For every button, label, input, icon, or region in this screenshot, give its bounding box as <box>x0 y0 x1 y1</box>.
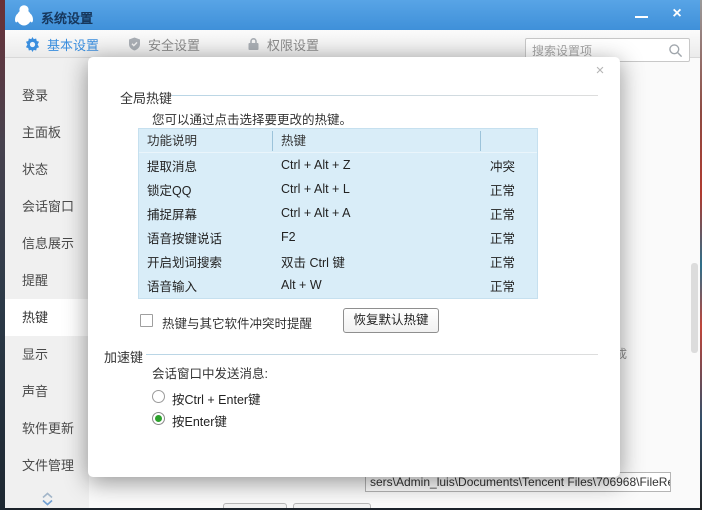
scroll-down-arrow[interactable] <box>5 499 89 506</box>
hotkey-hint-text: 您可以通过点击选择要更改的热键。 <box>152 109 352 128</box>
hotkey-table-header: 功能说明 热键 <box>139 129 537 153</box>
status-badge: 正常 <box>481 276 537 295</box>
tab-permission-settings[interactable]: 权限设置 <box>247 30 319 58</box>
restore-defaults-button[interactable]: 恢复默认热键 <box>343 308 439 333</box>
hotkey-row-extract-message[interactable]: 提取消息 Ctrl + Alt + Z 冲突 <box>139 153 537 177</box>
sidebar-item-login[interactable]: 登录 <box>5 77 89 114</box>
tab-label: 基本设置 <box>47 35 99 54</box>
shield-icon <box>128 37 141 51</box>
sidebar-scroll-arrows <box>5 492 89 506</box>
hotkey-table: 功能说明 热键 提取消息 Ctrl + Alt + Z 冲突 锁定QQ Ctrl… <box>138 128 538 299</box>
status-badge: 正常 <box>481 252 537 271</box>
header-function: 功能说明 <box>139 131 273 151</box>
send-message-prompt: 会话窗口中发送消息: <box>152 363 268 382</box>
sidebar-item-file-management[interactable]: 文件管理 <box>5 447 89 484</box>
sidebar: 登录 主面板 状态 会话窗口 信息展示 提醒 热键 显示 声音 软件更新 文件管… <box>5 58 89 508</box>
hotkey-row-lock-qq[interactable]: 锁定QQ Ctrl + Alt + L 正常 <box>139 177 537 201</box>
tab-label: 安全设置 <box>148 35 200 54</box>
status-badge: 冲突 <box>481 156 537 175</box>
radio-ctrl-enter[interactable] <box>152 390 165 403</box>
global-hotkeys-section-title: 全局热键 <box>120 88 172 107</box>
accelerator-section-title: 加速键 <box>104 347 143 366</box>
minimize-icon <box>635 16 648 18</box>
tab-basic-settings[interactable]: 基本设置 <box>25 30 99 58</box>
sidebar-item-hotkeys[interactable]: 热键 <box>5 299 89 336</box>
search-placeholder: 搜索设置项 <box>532 42 668 59</box>
hotkey-dialog: × 全局热键 您可以通过点击选择要更改的热键。 功能说明 热键 提取消息 Ctr… <box>88 57 620 477</box>
cutoff-button-1[interactable] <box>223 503 287 508</box>
conflict-reminder-label: 热键与其它软件冲突时提醒 <box>162 313 312 332</box>
sidebar-item-session-window[interactable]: 会话窗口 <box>5 188 89 225</box>
tab-security-settings[interactable]: 安全设置 <box>128 30 200 58</box>
close-button[interactable]: × <box>662 0 692 30</box>
settings-window: 系统设置 × 基本设置 安全设置 <box>5 0 700 508</box>
scroll-up-arrow[interactable] <box>5 492 89 499</box>
hotkey-row-word-search[interactable]: 开启划词搜索 双击 Ctrl 键 正常 <box>139 249 537 273</box>
status-badge: 正常 <box>481 228 537 247</box>
qq-penguin-icon <box>14 4 34 26</box>
sidebar-item-status[interactable]: 状态 <box>5 151 89 188</box>
sidebar-item-reminder[interactable]: 提醒 <box>5 262 89 299</box>
sidebar-item-main-panel[interactable]: 主面板 <box>5 114 89 151</box>
sidebar-item-sound[interactable]: 声音 <box>5 373 89 410</box>
gear-icon <box>25 37 40 52</box>
sidebar-item-software-update[interactable]: 软件更新 <box>5 410 89 447</box>
tab-label: 权限设置 <box>267 35 319 54</box>
titlebar: 系统设置 × <box>5 0 700 30</box>
radio-ctrl-enter-label: 按Ctrl + Enter键 <box>172 389 261 408</box>
sidebar-item-display[interactable]: 显示 <box>5 336 89 373</box>
cutoff-button-2[interactable] <box>293 503 371 508</box>
minimize-button[interactable] <box>626 0 656 30</box>
header-hotkey: 热键 <box>273 131 481 151</box>
status-badge: 正常 <box>481 204 537 223</box>
radio-enter-label: 按Enter键 <box>172 411 227 430</box>
screen: 系统设置 × 基本设置 安全设置 <box>0 0 702 510</box>
search-icon <box>668 43 683 58</box>
page-scrollbar-thumb[interactable] <box>691 263 698 353</box>
sidebar-item-info-display[interactable]: 信息展示 <box>5 225 89 262</box>
hotkey-row-push-to-talk[interactable]: 语音按键说话 F2 正常 <box>139 225 537 249</box>
window-title: 系统设置 <box>41 8 93 27</box>
lock-icon <box>247 37 260 51</box>
status-badge: 正常 <box>481 180 537 199</box>
section-divider <box>146 354 598 355</box>
dialog-close-icon[interactable]: × <box>590 61 610 81</box>
hotkey-row-voice-input[interactable]: 语音输入 Alt + W 正常 <box>139 273 537 297</box>
hotkey-row-screen-capture[interactable]: 捕捉屏幕 Ctrl + Alt + A 正常 <box>139 201 537 225</box>
conflict-reminder-checkbox[interactable] <box>140 314 153 327</box>
radio-enter[interactable] <box>152 412 165 425</box>
section-divider <box>172 95 598 96</box>
